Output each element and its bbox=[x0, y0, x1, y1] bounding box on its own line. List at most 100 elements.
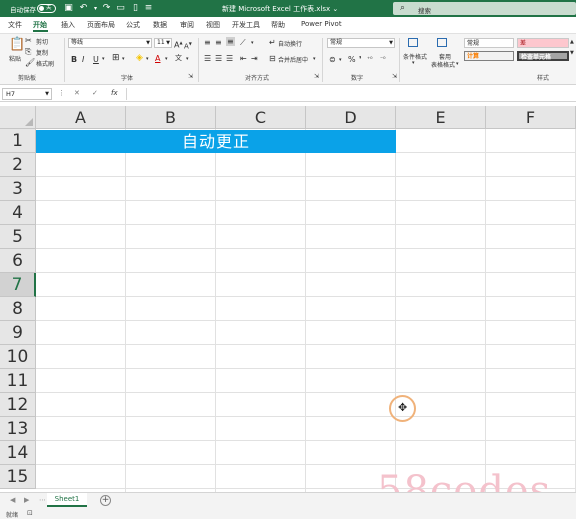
undo-dropdown-icon[interactable]: ▾ bbox=[90, 3, 101, 14]
conditional-format-button[interactable]: 条件格式 bbox=[403, 52, 427, 61]
row-header-1[interactable]: 1 bbox=[0, 129, 36, 153]
column-header-d[interactable]: D bbox=[306, 106, 396, 129]
dialog-launcher-icon[interactable]: ⇲ bbox=[392, 72, 397, 81]
formula-input[interactable] bbox=[126, 88, 576, 100]
column-header-c[interactable]: C bbox=[216, 106, 306, 129]
accounting-format-icon[interactable]: ⊜ bbox=[329, 55, 336, 64]
font-name-select[interactable]: 等线 ▼ bbox=[68, 38, 152, 48]
new-file-icon[interactable]: ▯ bbox=[130, 3, 141, 14]
accounting-dropdown-icon[interactable]: ▾ bbox=[339, 56, 342, 65]
column-header-a[interactable]: A bbox=[36, 106, 126, 129]
redo-icon[interactable]: ↷ bbox=[101, 3, 112, 14]
underline-dropdown-icon[interactable]: ▾ bbox=[102, 55, 105, 64]
style-calculation[interactable]: 计算 bbox=[464, 51, 514, 61]
conditional-format-icon[interactable] bbox=[408, 38, 418, 47]
tab-insert[interactable]: 插入 bbox=[61, 20, 75, 30]
format-painter-button[interactable]: 格式刷 bbox=[36, 59, 54, 68]
customize-quick-access-icon[interactable]: ≡ bbox=[143, 3, 154, 14]
row-header-6[interactable]: 6 bbox=[0, 249, 36, 273]
align-middle-icon[interactable]: ≡ bbox=[215, 38, 222, 47]
row-header-15[interactable]: 15 bbox=[0, 465, 36, 489]
sheet-tab-sheet1[interactable]: Sheet1 bbox=[47, 493, 87, 507]
merged-cell-a1-d1[interactable]: 自动更正 bbox=[36, 130, 396, 153]
row-header-2[interactable]: 2 bbox=[0, 153, 36, 177]
align-bottom-icon[interactable]: ≡ bbox=[226, 37, 235, 46]
copy-button[interactable]: 复制 bbox=[36, 48, 48, 57]
dialog-launcher-icon[interactable]: ⇲ bbox=[188, 72, 193, 81]
worksheet-grid[interactable]: A B C D E F 1 2 3 4 5 6 7 8 9 10 11 12 1… bbox=[0, 106, 576, 492]
tab-review[interactable]: 审阅 bbox=[180, 20, 194, 30]
tab-page-layout[interactable]: 页面布局 bbox=[87, 20, 115, 30]
style-check-cell[interactable]: 检查单元格 bbox=[517, 51, 569, 61]
conditional-dropdown-icon[interactable]: ▾ bbox=[412, 59, 415, 68]
phonetic-dropdown-icon[interactable]: ▾ bbox=[186, 55, 189, 64]
select-all-button[interactable] bbox=[0, 106, 36, 129]
tab-formulas[interactable]: 公式 bbox=[126, 20, 140, 30]
paste-icon[interactable]: 📋 bbox=[9, 38, 25, 51]
align-right-icon[interactable]: ☰ bbox=[226, 54, 233, 63]
tab-view[interactable]: 视图 bbox=[206, 20, 220, 30]
align-center-icon[interactable]: ☰ bbox=[215, 54, 222, 63]
wrap-text-icon[interactable]: ↵ bbox=[269, 38, 276, 47]
format-painter-icon[interactable]: 🖌 bbox=[25, 58, 35, 67]
accessibility-icon[interactable]: ⊡ bbox=[27, 509, 33, 517]
row-header-11[interactable]: 11 bbox=[0, 369, 36, 393]
copy-icon[interactable]: ⎘ bbox=[25, 47, 31, 56]
table-format-dropdown-icon[interactable]: ▾ bbox=[456, 60, 459, 69]
decrease-decimal-icon[interactable]: ⁻⁰ bbox=[380, 55, 386, 64]
row-header-12[interactable]: 12 bbox=[0, 393, 36, 417]
tab-data[interactable]: 数据 bbox=[153, 20, 167, 30]
font-color-icon[interactable]: A bbox=[155, 54, 160, 63]
title-dropdown-icon[interactable]: ⌄ bbox=[332, 5, 338, 13]
percent-icon[interactable]: % bbox=[348, 55, 356, 64]
border-dropdown-icon[interactable]: ▾ bbox=[122, 55, 125, 64]
insert-function-icon[interactable]: fx bbox=[111, 89, 118, 97]
phonetic-icon[interactable]: 文 bbox=[175, 54, 182, 63]
comma-style-icon[interactable]: ❜ bbox=[359, 55, 362, 64]
align-top-icon[interactable]: ≡ bbox=[204, 38, 211, 47]
merge-center-icon[interactable]: ⊟ bbox=[269, 54, 276, 63]
row-header-7[interactable]: 7 bbox=[0, 273, 36, 297]
style-normal[interactable]: 常规 bbox=[464, 38, 514, 48]
fill-color-icon[interactable]: ◈ bbox=[136, 54, 143, 63]
undo-icon[interactable]: ↶ bbox=[78, 3, 89, 14]
merge-center-button[interactable]: 合并后居中 bbox=[278, 55, 308, 64]
increase-decimal-icon[interactable]: ⁺⁰ bbox=[367, 55, 373, 64]
row-header-8[interactable]: 8 bbox=[0, 297, 36, 321]
format-as-table-line2[interactable]: 表格格式 bbox=[431, 60, 455, 69]
preview-icon[interactable]: ▭ bbox=[115, 3, 126, 14]
cancel-icon[interactable]: ✕ bbox=[74, 89, 80, 97]
orientation-icon[interactable]: ⟋ bbox=[240, 38, 246, 47]
styles-scroll-down-icon[interactable]: ▼ bbox=[570, 49, 574, 58]
border-icon[interactable]: ⊞ bbox=[112, 54, 120, 63]
more-options-icon[interactable]: ⋮ bbox=[58, 89, 65, 97]
cut-icon[interactable]: ✂ bbox=[25, 36, 32, 45]
row-header-10[interactable]: 10 bbox=[0, 345, 36, 369]
bold-button[interactable]: B bbox=[71, 55, 77, 64]
underline-button[interactable]: U bbox=[93, 55, 99, 64]
style-bad[interactable]: 差 bbox=[517, 38, 569, 48]
row-header-4[interactable]: 4 bbox=[0, 201, 36, 225]
row-header-5[interactable]: 5 bbox=[0, 225, 36, 249]
next-sheet-icon[interactable]: ▶ bbox=[24, 496, 29, 504]
tab-home[interactable]: 开始 bbox=[33, 20, 47, 30]
paste-button[interactable]: 粘贴 bbox=[9, 54, 21, 63]
column-header-f[interactable]: F bbox=[486, 106, 576, 129]
previous-sheet-icon[interactable]: ◀ bbox=[10, 496, 15, 504]
add-sheet-button[interactable]: + bbox=[100, 495, 111, 506]
row-header-3[interactable]: 3 bbox=[0, 177, 36, 201]
sheet-list-icon[interactable]: ⋯ bbox=[39, 496, 46, 504]
tab-help[interactable]: 帮助 bbox=[271, 20, 285, 30]
row-header-14[interactable]: 14 bbox=[0, 441, 36, 465]
column-header-e[interactable]: E bbox=[396, 106, 486, 129]
row-header-9[interactable]: 9 bbox=[0, 321, 36, 345]
orientation-dropdown-icon[interactable]: ▾ bbox=[251, 39, 254, 48]
number-format-select[interactable]: 常规 ▼ bbox=[327, 38, 395, 48]
enter-icon[interactable]: ✓ bbox=[92, 89, 98, 97]
decrease-indent-icon[interactable]: ⇤ bbox=[240, 54, 247, 63]
dialog-launcher-icon[interactable]: ⇲ bbox=[314, 72, 319, 81]
increase-font-size-icon[interactable]: A▲ bbox=[174, 38, 183, 50]
autosave-toggle[interactable]: 关 bbox=[37, 4, 56, 13]
fill-dropdown-icon[interactable]: ▾ bbox=[146, 55, 149, 64]
tab-power-pivot[interactable]: Power Pivot bbox=[301, 20, 342, 28]
